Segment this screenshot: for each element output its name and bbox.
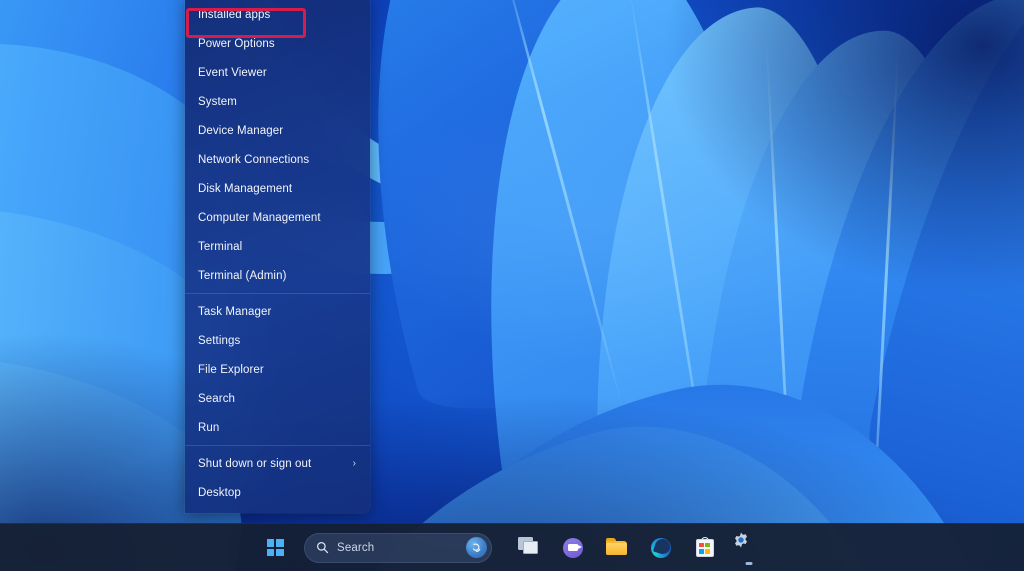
menu-item-file-explorer[interactable]: File Explorer (185, 355, 370, 384)
menu-item-label: Settings (198, 334, 241, 347)
menu-item-label: File Explorer (198, 363, 264, 376)
menu-item-label: Run (198, 421, 220, 434)
menu-item-terminal[interactable]: Terminal (185, 232, 370, 261)
windows-logo-icon (266, 539, 284, 556)
menu-item-label: Power Options (198, 37, 275, 50)
menu-item-network-connections[interactable]: Network Connections (185, 145, 370, 174)
menu-item-shut-down-or-sign-out[interactable]: Shut down or sign out › (185, 449, 370, 478)
edge-icon (650, 536, 672, 559)
desktop-screen: Installed apps Power Options Event Viewe… (0, 0, 1024, 571)
menu-item-label: Device Manager (198, 124, 284, 137)
menu-item-label: Installed apps (198, 8, 271, 21)
menu-item-label: Terminal (Admin) (198, 269, 287, 282)
settings-gear-icon (732, 531, 750, 549)
menu-item-desktop[interactable]: Desktop (185, 478, 370, 507)
menu-item-settings[interactable]: Settings (185, 326, 370, 355)
task-view-button[interactable] (510, 529, 548, 567)
menu-item-terminal-admin[interactable]: Terminal (Admin) (185, 261, 370, 290)
chevron-right-icon: › (352, 457, 356, 469)
settings-button[interactable] (730, 529, 768, 567)
search-input[interactable]: Search (304, 532, 492, 563)
file-explorer-button[interactable] (598, 529, 636, 567)
menu-item-label: Event Viewer (198, 66, 267, 79)
menu-item-run[interactable]: Run (185, 413, 370, 442)
microsoft-store-button[interactable] (686, 529, 724, 567)
menu-item-event-viewer[interactable]: Event Viewer (185, 58, 370, 87)
winx-quick-link-menu[interactable]: Installed apps Power Options Event Viewe… (185, 0, 370, 513)
menu-item-computer-management[interactable]: Computer Management (185, 203, 370, 232)
desktop-wallpaper (0, 0, 1024, 571)
menu-item-label: Search (198, 392, 236, 405)
taskbar: Search (0, 523, 1024, 571)
task-view-icon (518, 536, 540, 559)
microsoft-store-icon (694, 536, 716, 559)
search-icon (316, 541, 329, 554)
menu-item-task-manager[interactable]: Task Manager (185, 297, 370, 326)
start-button[interactable] (256, 529, 294, 567)
menu-item-device-manager[interactable]: Device Manager (185, 116, 370, 145)
edge-button[interactable] (642, 529, 680, 567)
menu-item-label: Task Manager (198, 305, 272, 318)
copilot-icon[interactable] (466, 537, 487, 558)
menu-item-label: Desktop (198, 486, 241, 499)
chat-button[interactable] (554, 529, 592, 567)
menu-item-label: Shut down or sign out (198, 457, 312, 470)
menu-item-label: Network Connections (198, 153, 310, 166)
menu-item-label: System (198, 95, 237, 108)
file-explorer-icon (606, 537, 628, 559)
menu-item-power-options[interactable]: Power Options (185, 29, 370, 58)
menu-item-label: Computer Management (198, 211, 321, 224)
menu-item-installed-apps[interactable]: Installed apps (185, 0, 370, 29)
menu-item-system[interactable]: System (185, 87, 370, 116)
taskbar-icon-cluster: Search (256, 529, 768, 567)
menu-item-disk-management[interactable]: Disk Management (185, 174, 370, 203)
menu-item-label: Terminal (198, 240, 243, 253)
menu-separator (185, 293, 370, 294)
menu-item-search[interactable]: Search (185, 384, 370, 413)
menu-item-label: Disk Management (198, 182, 293, 195)
menu-separator (185, 445, 370, 446)
active-app-indicator (745, 562, 753, 565)
search-placeholder: Search (337, 541, 375, 554)
teams-chat-icon (562, 537, 584, 559)
